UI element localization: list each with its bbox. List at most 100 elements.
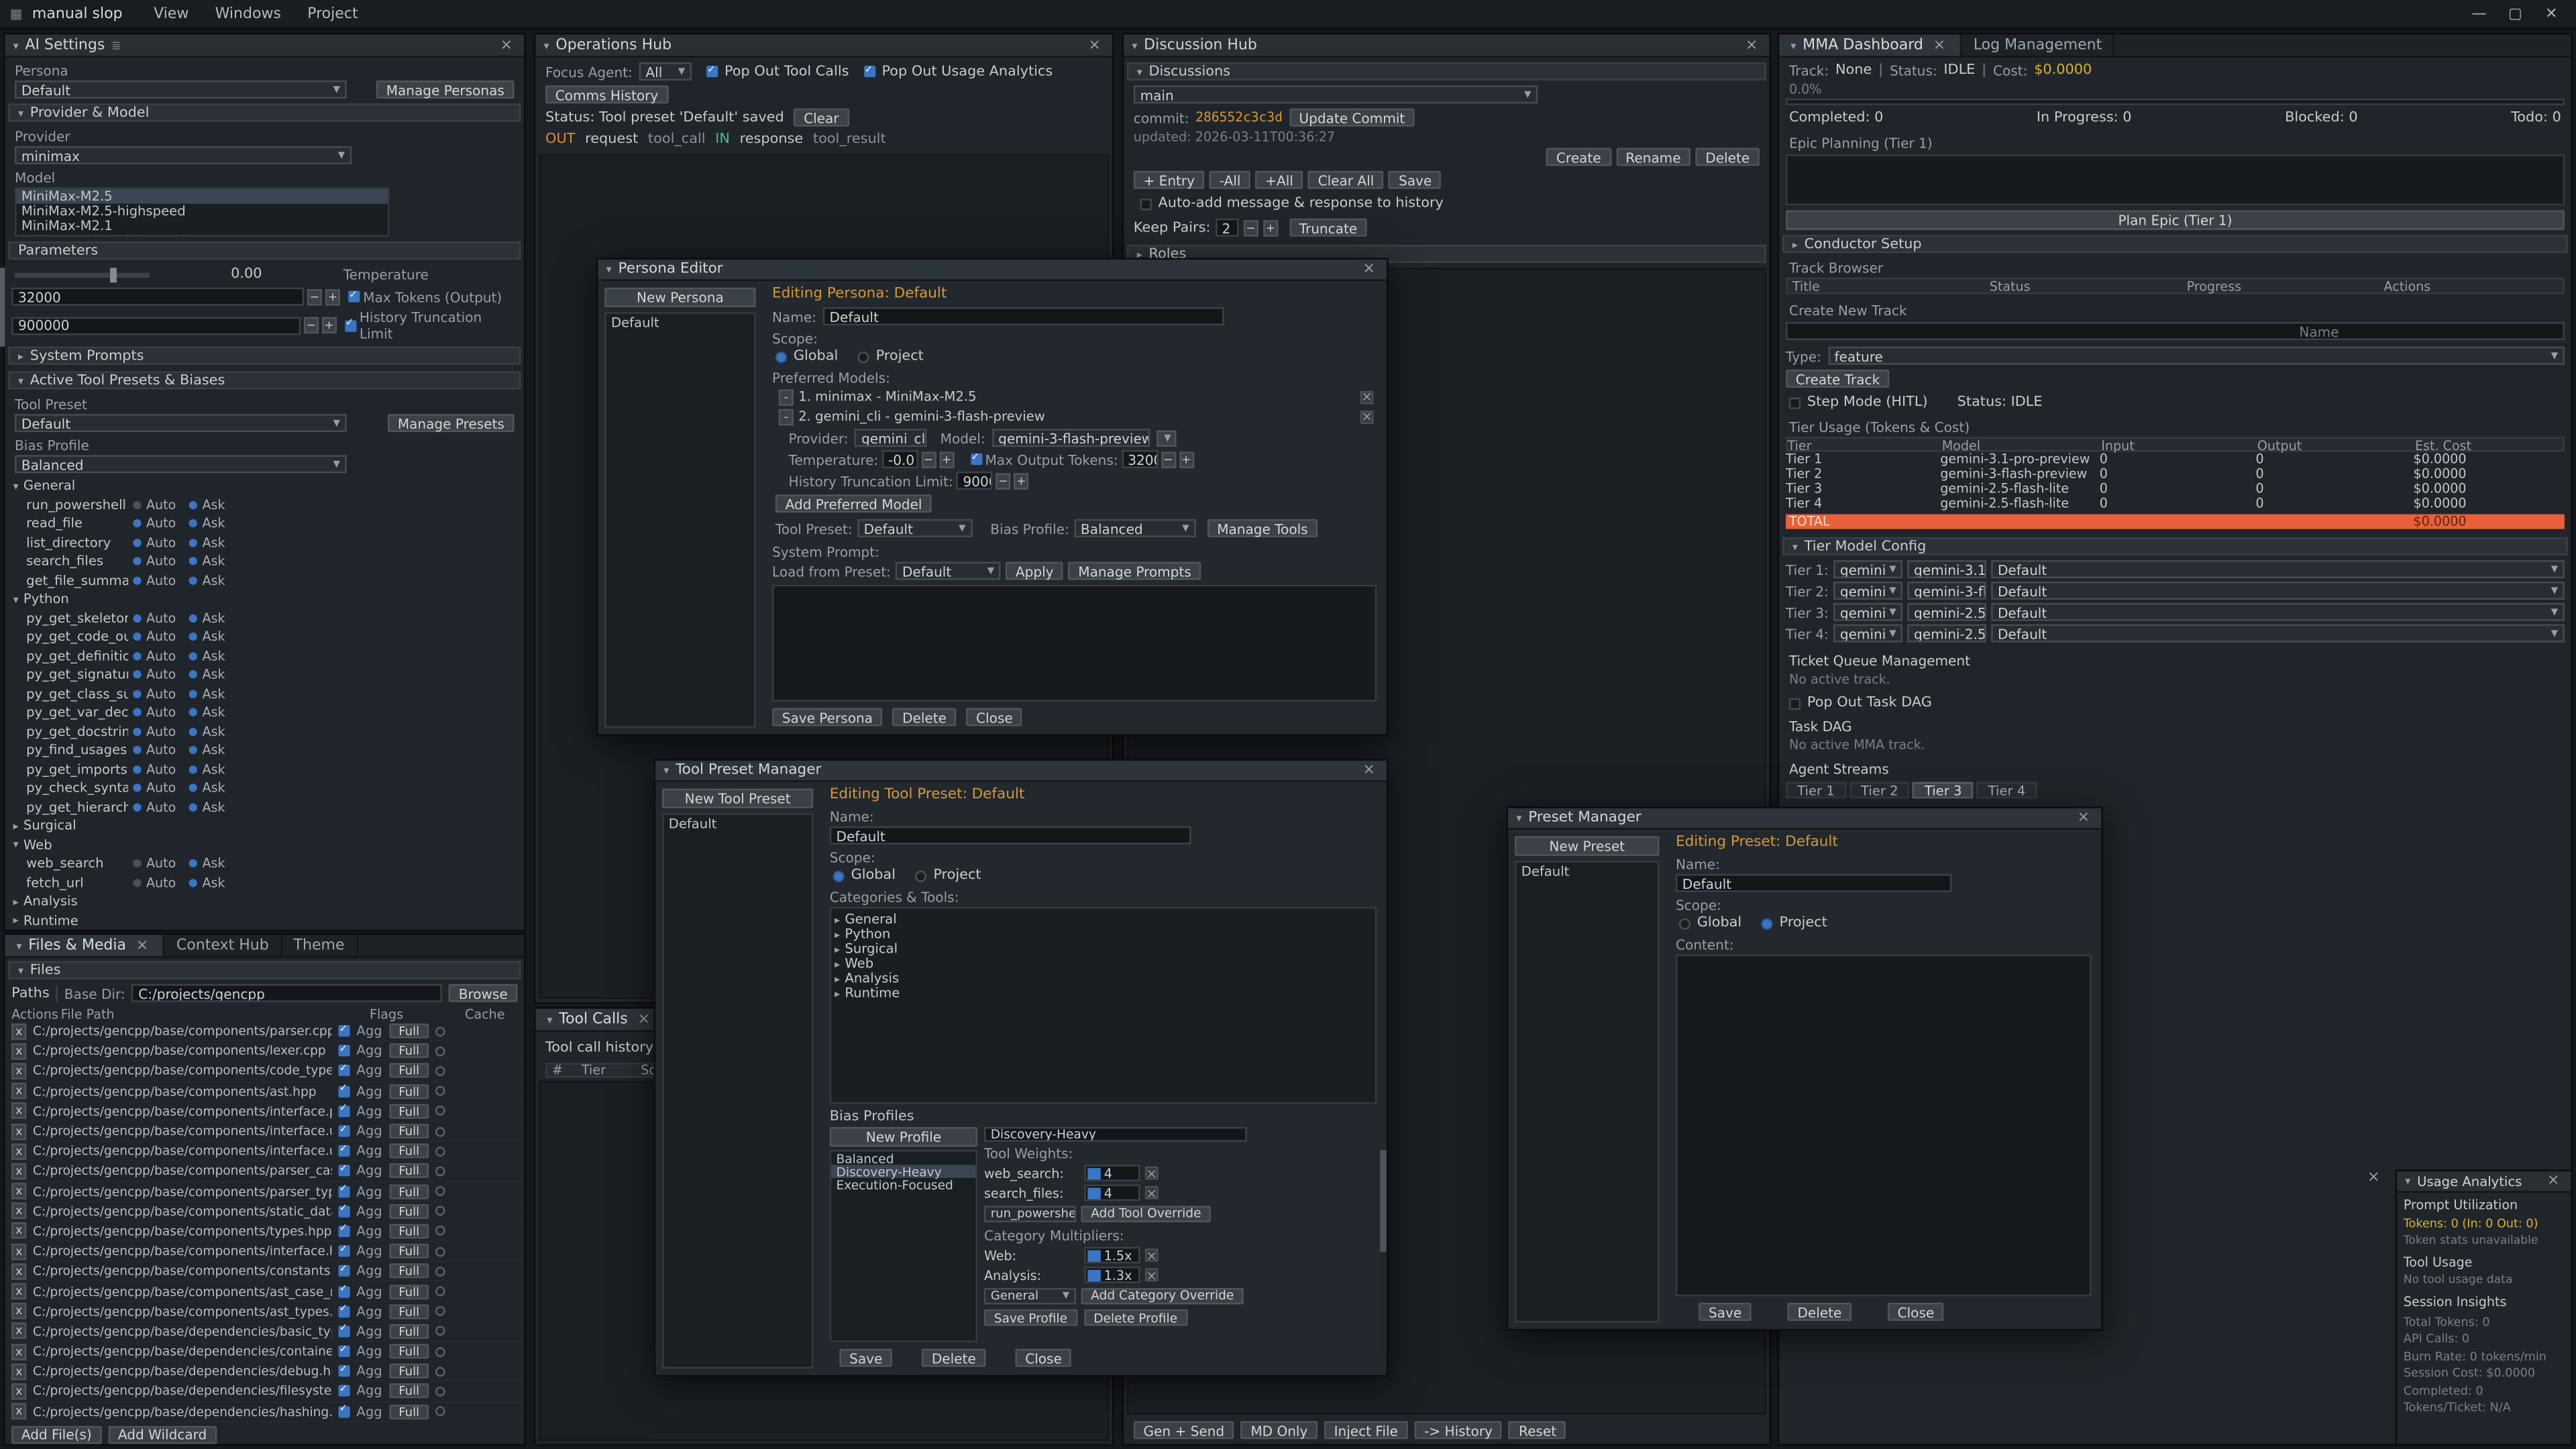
preset-content-textarea[interactable]	[1676, 955, 2092, 1296]
section-parameters[interactable]: Parameters	[8, 241, 521, 260]
delete-profile-button[interactable]: Delete Profile	[1084, 1309, 1187, 1326]
tier-provider-select[interactable]: gemini ▼	[1833, 603, 1902, 621]
tool-preset-select[interactable]: Default ▼	[15, 414, 347, 432]
ask-radio[interactable]	[189, 803, 197, 811]
scrollbar-thumb[interactable]	[1380, 1150, 1387, 1252]
section-discussions[interactable]: ▾ Discussions	[1127, 62, 1766, 80]
agg-checkbox[interactable]	[338, 1065, 350, 1077]
agg-checkbox[interactable]	[338, 1326, 350, 1337]
auto-add-checkbox[interactable]	[1140, 198, 1152, 209]
persona-editor-header[interactable]: ▾ Persona Editor ×	[598, 260, 1387, 281]
max-output-checkbox[interactable]	[970, 453, 981, 465]
detached-close-icon[interactable]: ×	[2367, 1170, 2379, 1186]
discussion-action-button[interactable]: -> History	[1414, 1421, 1502, 1439]
decrement-button[interactable]: −	[1161, 451, 1175, 467]
agg-checkbox[interactable]	[338, 1106, 350, 1117]
tool-preset-select[interactable]: Default ▼	[857, 519, 972, 537]
category-row[interactable]: ▸ Analysis	[835, 971, 1372, 985]
remove-file-button[interactable]: x	[11, 1063, 26, 1079]
tool-tree-row[interactable]: ▸ Analysis Auto Ask	[5, 892, 524, 911]
discussion-action-button[interactable]: MD Only	[1241, 1421, 1318, 1439]
agg-checkbox[interactable]	[338, 1045, 350, 1057]
full-button[interactable]: Full	[389, 1144, 429, 1159]
auto-radio[interactable]	[133, 671, 141, 679]
agg-checkbox[interactable]	[338, 1165, 350, 1177]
save-button[interactable]: Save	[1699, 1303, 1752, 1321]
tool-tree-row[interactable]: py_get_imports Auto Ask	[5, 760, 524, 779]
tool-tree-row[interactable]: ▾ Web Auto Ask	[5, 835, 524, 854]
cache-indicator[interactable]	[436, 1407, 446, 1417]
discussion-action-button[interactable]: Inject File	[1324, 1421, 1408, 1439]
remove-model-button[interactable]: ×	[1360, 410, 1374, 423]
category-row[interactable]: ▸ Runtime	[835, 985, 1372, 1000]
full-button[interactable]: Full	[389, 1284, 429, 1299]
keep-pairs-input[interactable]: 2	[1216, 219, 1238, 237]
browse-button[interactable]: Browse	[449, 984, 517, 1002]
tool-tree-row[interactable]: py_get_hierarchy Auto Ask	[5, 798, 524, 816]
panel-menu-icon[interactable]: ≣	[111, 39, 121, 52]
caret-down-icon[interactable]: ▾	[1132, 39, 1137, 52]
bias-profile-item[interactable]: Execution-Focused	[831, 1178, 976, 1191]
full-button[interactable]: Full	[389, 1244, 429, 1258]
entry-button[interactable]: Clear All	[1308, 171, 1384, 189]
tab-theme[interactable]: Theme	[282, 934, 358, 956]
temperature-slider[interactable]	[15, 272, 150, 276]
remove-file-button[interactable]: x	[11, 1283, 26, 1299]
reorder-handle-icon[interactable]: -	[779, 409, 794, 425]
project-radio[interactable]	[915, 870, 926, 881]
close-panel-icon[interactable]: ×	[2544, 1173, 2563, 1189]
max-output-input[interactable]: 32000	[1121, 450, 1157, 468]
model-provider-select[interactable]: gemini_cli ▼	[855, 429, 927, 447]
global-radio[interactable]	[833, 870, 845, 881]
tool-tree-row[interactable]: list_directory Auto Ask	[5, 533, 524, 552]
stream-tab[interactable]: Tier 2	[1849, 782, 1910, 798]
tier-preset-select[interactable]: Default ▼	[1991, 582, 2565, 600]
auto-radio[interactable]	[133, 803, 141, 811]
categories-tree[interactable]: ▸ General ▸ Python ▸ Surgical ▸ Web ▸ An…	[830, 907, 1377, 1104]
category-override-select[interactable]: General ▼	[984, 1287, 1076, 1303]
global-radio[interactable]	[1679, 918, 1690, 929]
close-icon[interactable]: ✕	[2536, 6, 2566, 22]
scrollbar[interactable]	[1380, 1150, 1387, 1357]
agg-checkbox[interactable]	[338, 1085, 350, 1097]
section-conductor-setup[interactable]: ▸ Conductor Setup	[1782, 235, 2568, 253]
cache-indicator[interactable]	[436, 1106, 446, 1116]
tool-tree-row[interactable]: py_get_class_summary Auto Ask	[5, 684, 524, 703]
caret-down-icon[interactable]: ▾	[2405, 1175, 2410, 1188]
caret-right-icon[interactable]: ▸	[835, 957, 840, 971]
close-panel-icon[interactable]: ×	[1085, 37, 1104, 53]
minimize-icon[interactable]: —	[2464, 6, 2493, 22]
persona-list[interactable]: Default	[604, 312, 755, 728]
remove-file-button[interactable]: x	[11, 1243, 26, 1259]
cache-indicator[interactable]	[436, 1287, 446, 1297]
decrement-button[interactable]: −	[307, 288, 322, 305]
increment-button[interactable]: +	[939, 451, 954, 467]
max-tokens-checkbox[interactable]	[348, 290, 360, 302]
stream-tab[interactable]: Tier 4	[1977, 782, 2037, 798]
entry-button[interactable]: Save	[1389, 171, 1442, 189]
bias-profile-select[interactable]: Balanced ▼	[15, 455, 347, 473]
track-type-select[interactable]: feature ▼	[1828, 347, 2565, 365]
close-tab-icon[interactable]: ×	[133, 937, 152, 953]
decrement-button[interactable]: −	[921, 451, 936, 467]
close-button[interactable]: Close	[1888, 1303, 1944, 1321]
load-preset-select[interactable]: Default ▼	[896, 562, 1001, 580]
cache-indicator[interactable]	[436, 1226, 446, 1236]
caret-down-icon[interactable]: ▾	[544, 39, 549, 52]
agg-checkbox[interactable]	[338, 1366, 350, 1377]
bias-profile-item[interactable]: Discovery-Heavy	[831, 1165, 976, 1178]
auto-radio[interactable]	[133, 500, 141, 508]
remove-file-button[interactable]: x	[11, 1183, 26, 1199]
caret-icon[interactable]: ▾	[13, 592, 19, 606]
category-row[interactable]: ▸ General	[835, 912, 1372, 926]
tool-tree-row[interactable]: ▸ Surgical Auto Ask	[5, 816, 524, 835]
full-button[interactable]: Full	[389, 1044, 429, 1059]
menu-project[interactable]: Project	[296, 6, 370, 22]
manage-presets-button[interactable]: Manage Presets	[388, 414, 514, 432]
history-limit-input[interactable]: 900000	[11, 316, 301, 334]
auto-radio[interactable]	[133, 519, 141, 527]
tool-tree-row[interactable]: fetch_url Auto Ask	[5, 873, 524, 892]
delete-button[interactable]: Delete	[1788, 1303, 1851, 1321]
remove-file-button[interactable]: x	[11, 1403, 26, 1419]
menu-windows[interactable]: Windows	[203, 6, 292, 22]
